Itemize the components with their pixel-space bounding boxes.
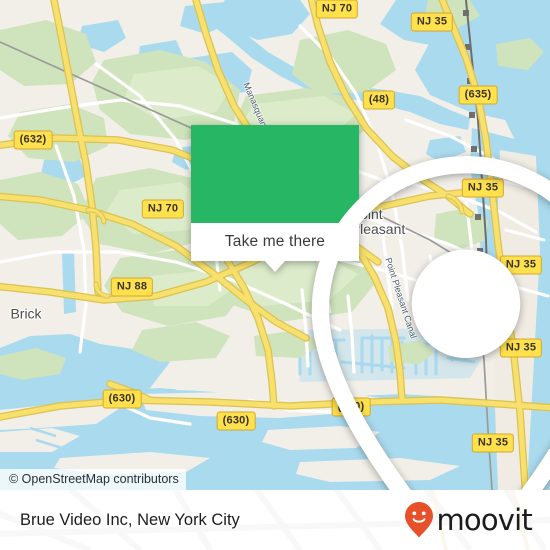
place-text: Brick [10,305,42,322]
moovit-pin-icon [405,502,434,538]
take-me-there-label: Take me there [224,233,326,250]
shield-630-west[interactable]: (630) [102,389,142,409]
shield-nj-35-north[interactable]: NJ 35 [410,12,454,32]
popup-tail-icon [264,260,286,272]
moovit-wordmark: moovit [436,502,532,537]
moovit-logo[interactable]: moovit [404,501,533,539]
destination-popup-card[interactable]: Take me there [191,125,550,490]
map-pin-icon [311,156,550,490]
map-canvas[interactable]: Manasquan River Point Pleasant Canal Poi… [0,0,550,490]
shield-635[interactable]: (635) [458,85,498,105]
shield-632[interactable]: (632) [13,130,53,150]
shield-48[interactable]: (48) [362,90,396,110]
shield-nj-70-north[interactable]: NJ 70 [315,0,359,19]
shield-nj-70-west[interactable]: NJ 70 [141,199,185,219]
place-label-brick: Brick [10,305,42,322]
place-title: Brue Video Inc, New York City [20,510,240,529]
popup-icon-area [191,125,550,490]
osm-attribution[interactable]: © OpenStreetMap contributors [0,469,186,490]
map-screenshot: Manasquan River Point Pleasant Canal Poi… [0,0,550,550]
popup-action-area[interactable]: Take me there [191,223,359,272]
shield-nj-88[interactable]: NJ 88 [110,277,154,297]
footer-bar: Brue Video Inc, New York City moovit [0,490,550,550]
